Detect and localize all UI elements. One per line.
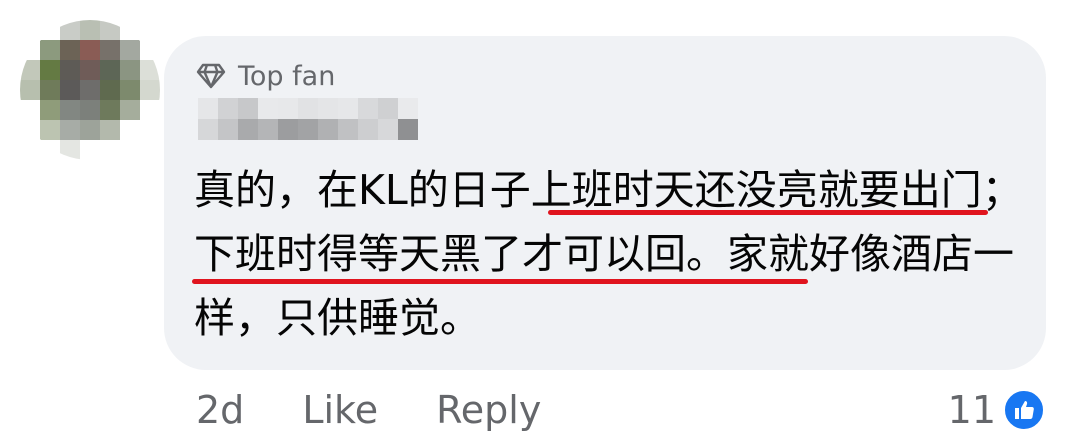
reaction-count: 11 [947, 388, 996, 432]
like-button[interactable]: Like [302, 388, 378, 432]
reaction-summary[interactable]: 11 [948, 384, 1046, 436]
comment-timestamp[interactable]: 2d [196, 388, 244, 432]
comment-text: 真的，在KL的日子上班时天还没亮就要出门；下班时得等天黑了才可以回。家就好像酒店… [194, 166, 1023, 342]
avatar[interactable] [20, 20, 160, 160]
red-underline-line-1 [548, 210, 988, 215]
thumbs-up-icon [1002, 388, 1046, 432]
top-fan-badge[interactable]: Top fan [196, 58, 335, 94]
badge-label: Top fan [238, 60, 336, 92]
red-underline-line-2 [192, 279, 808, 284]
author-name[interactable] [198, 98, 428, 140]
comment-bubble: Top fan 真的，在KL的日子上班时天还没亮就要出门；下班时得等天黑了才可以… [164, 36, 1046, 370]
diamond-icon [196, 63, 226, 89]
reply-button[interactable]: Reply [436, 388, 541, 432]
comment-actions: 2d Like Reply [196, 384, 541, 436]
